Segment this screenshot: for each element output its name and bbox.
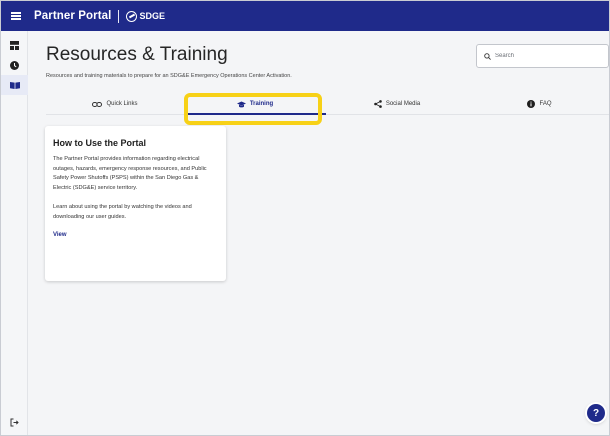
card-body: The Partner Portal provides information … [53, 155, 218, 222]
card-paragraph: Learn about using the portal by watching… [53, 203, 192, 220]
link-icon [92, 101, 103, 107]
menu-icon[interactable] [1, 1, 31, 31]
app-window: Partner Portal SDGE Resources & Training… [0, 0, 610, 436]
tab-social-media[interactable]: Social Media [326, 93, 468, 115]
info-icon [527, 100, 536, 108]
resource-card: How to Use the Portal The Partner Portal… [45, 126, 226, 281]
app-title: Partner Portal [34, 10, 112, 22]
card-title: How to Use the Portal [53, 138, 147, 148]
sdge-logo-icon [126, 10, 138, 22]
tab-bar: Quick Links Training Social Media FAQ [46, 93, 609, 115]
logout-button[interactable] [1, 413, 28, 431]
page-subtitle: Resources and training materials to prep… [46, 73, 292, 79]
dashboard-icon [10, 40, 19, 50]
page-title: Resources & Training [46, 44, 228, 65]
help-button[interactable]: ? [587, 404, 605, 422]
tab-label: FAQ [539, 101, 552, 107]
rail-item-dashboard[interactable] [1, 35, 28, 55]
search-box[interactable] [476, 44, 609, 68]
share-icon [374, 100, 382, 108]
tab-faq[interactable]: FAQ [468, 93, 609, 115]
tab-highlight-box [184, 93, 322, 125]
top-bar: Partner Portal SDGE [1, 1, 609, 31]
book-open-icon [9, 82, 20, 89]
header-divider [118, 9, 120, 23]
logout-icon [10, 418, 19, 426]
card-paragraph: The Partner Portal provides information … [53, 156, 207, 191]
search-input[interactable] [495, 53, 595, 59]
tab-label: Quick Links [106, 101, 138, 107]
view-link[interactable]: View [53, 232, 218, 238]
side-rail [1, 31, 28, 435]
clock-icon [10, 60, 19, 70]
rail-item-history[interactable] [1, 55, 28, 75]
rail-item-resources[interactable] [1, 75, 28, 95]
search-icon [484, 52, 491, 60]
tab-label: Social Media [385, 101, 421, 107]
sdge-logo-text: SDGE [139, 11, 165, 21]
tab-quick-links[interactable]: Quick Links [46, 93, 184, 115]
sdge-logo: SDGE [126, 10, 165, 22]
main-content: Resources & Training Resources and train… [28, 31, 609, 435]
